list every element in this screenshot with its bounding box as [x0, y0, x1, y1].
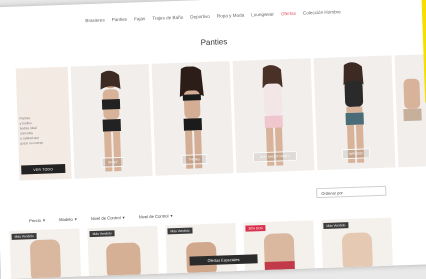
filter-label: Nivel de Control [138, 213, 169, 220]
product-grid: Más Vendido Más Vendido Más Vendido 30% … [9, 217, 393, 279]
product-badge: Más Vendido [11, 232, 37, 240]
chevron-down-icon: ▾ [42, 217, 46, 223]
category-card-thong[interactable]: THONG [151, 61, 234, 176]
filter-label: Nivel de Control [90, 215, 121, 222]
sort-dropdown[interactable]: Ordenar por [316, 185, 387, 199]
chevron-down-icon: ▾ [122, 214, 125, 220]
promo-text: Panties y bodies bodies ideal cómodos y … [19, 115, 64, 147]
filter-label: Precio [28, 217, 42, 224]
product-card[interactable]: Más Vendido [9, 228, 82, 279]
webpage-screenshot: Brasieres Panties Fajas Trajes de Baño D… [0, 0, 426, 279]
nav-item-fajas[interactable]: Fajas [134, 16, 146, 30]
page-title: Panties [200, 37, 228, 48]
product-badge: Más Vendido [323, 222, 349, 229]
filter-control-level-2[interactable]: Nivel de Control ▾ [139, 213, 173, 219]
category-label: HIPSTER [341, 148, 371, 160]
category-card-hipster[interactable]: HIPSTER [313, 55, 396, 171]
product-card[interactable]: Más Vendido [165, 223, 238, 278]
nav-item-ofertas[interactable]: Ofertas [281, 11, 297, 26]
product-card[interactable]: Más Vendido [321, 217, 393, 273]
filter-control-level[interactable]: Nivel de Control ▾ [91, 215, 125, 221]
category-card-partial[interactable] [394, 53, 426, 168]
filter-price[interactable]: Precio ▾ [29, 218, 45, 224]
nav-item-loungwear[interactable]: Loungwear [251, 12, 274, 27]
category-carousel: Panties y bodies bodies ideal cómodos y … [15, 53, 426, 181]
category-label: BOY SHORT PANTY [252, 150, 298, 163]
chevron-down-icon: ▾ [74, 216, 77, 222]
nav-item-coleccion-hombre[interactable]: Colección Hombre [303, 9, 341, 24]
product-badge: Más Vendido [89, 230, 115, 238]
product-card[interactable]: 30% Dcto [243, 220, 316, 275]
category-label: THONG [181, 153, 207, 165]
category-card-boy-short[interactable]: BOY SHORT PANTY [232, 58, 315, 173]
model-image [403, 78, 422, 122]
promo-text-line: gozar su cuerpo [20, 140, 44, 146]
filter-bar: Precio ▾ Modelo ▾ Nivel de Control ▾ Nivel … [29, 213, 173, 223]
nav-item-trajes-de-bano[interactable]: Trajes de Baño [152, 15, 183, 30]
sort-placeholder: Ordenar por [321, 189, 343, 196]
category-card-brief[interactable]: BRIEF [70, 63, 153, 179]
product-badge: 30% Dcto [245, 224, 266, 232]
promo-card: Panties y bodies bodies ideal cómodos y … [15, 66, 72, 181]
filter-label: Modelo [58, 216, 73, 223]
nav-item-panties[interactable]: Panties [112, 17, 128, 32]
nav-item-ropa-y-moda[interactable]: Ropa y Moda [217, 13, 245, 28]
nav-item-deportivo[interactable]: Deportivo [190, 14, 210, 29]
product-card[interactable]: Más Vendido [87, 225, 160, 279]
nav-item-brasieres[interactable]: Brasieres [85, 17, 105, 32]
category-label: BRIEF [101, 156, 125, 168]
filter-model[interactable]: Modelo ▾ [59, 217, 77, 223]
chevron-down-icon: ▾ [170, 213, 173, 219]
product-badge: Más Vendido [167, 227, 193, 235]
view-all-button[interactable]: VER TODO [21, 163, 66, 175]
top-navigation: Brasieres Panties Fajas Trajes de Baño D… [0, 6, 426, 35]
